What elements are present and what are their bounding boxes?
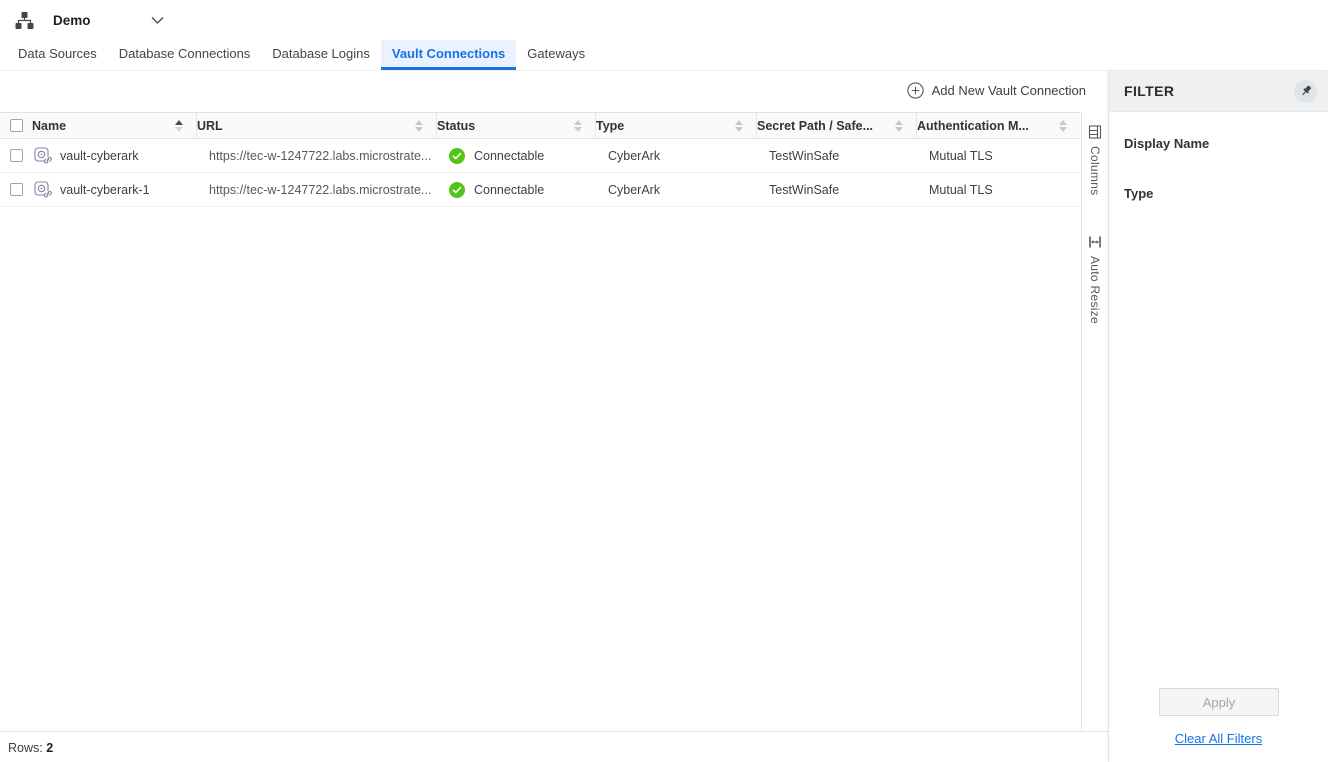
filter-panel-title: FILTER [1124, 83, 1174, 99]
main-area: Add New Vault Connection Name URL Status… [0, 71, 1108, 762]
row-checkbox[interactable] [10, 183, 23, 196]
add-vault-connection-label: Add New Vault Connection [932, 83, 1086, 98]
sort-icon [735, 120, 743, 132]
vault-name: vault-cyberark [60, 149, 139, 163]
check-circle-icon [449, 148, 465, 164]
auto-resize-button-label: Auto Resize [1088, 256, 1102, 324]
column-header-type[interactable]: Type [596, 113, 757, 138]
vault-auth-mode: Mutual TLS [917, 173, 1080, 206]
table-row[interactable]: vault-cyberark https://tec-w-1247722.lab… [0, 139, 1080, 173]
column-header-url[interactable]: URL [197, 113, 437, 138]
column-header-status[interactable]: Status [437, 113, 596, 138]
toolbar: Add New Vault Connection [0, 71, 1108, 112]
vault-type: CyberArk [596, 173, 757, 206]
row-checkbox[interactable] [10, 149, 23, 162]
tab-bar: Data Sources Database Connections Databa… [0, 40, 1328, 71]
vault-name: vault-cyberark-1 [60, 183, 150, 197]
status-badge: Connectable [474, 149, 544, 163]
vault-url: https://tec-w-1247722.labs.microstrate..… [197, 173, 437, 206]
project-name: Demo [53, 13, 91, 28]
status-badge: Connectable [474, 183, 544, 197]
table-row[interactable]: vault-cyberark-1 https://tec-w-1247722.l… [0, 173, 1080, 207]
vault-secret-path: TestWinSafe [757, 139, 917, 172]
chevron-down-icon[interactable] [151, 16, 164, 25]
filter-panel-header: FILTER [1109, 71, 1328, 112]
plus-circle-icon [907, 82, 924, 99]
sort-icon [895, 120, 903, 132]
topbar: Demo [0, 0, 1328, 40]
vault-icon [34, 181, 52, 198]
sort-icon [415, 120, 423, 132]
pin-icon [1299, 84, 1313, 98]
sort-icon [175, 120, 183, 132]
filter-field-display-name[interactable]: Display Name [1124, 136, 1313, 151]
filter-panel: FILTER Display Name Type Apply Clear All… [1108, 71, 1328, 762]
columns-button[interactable]: Columns [1088, 125, 1102, 195]
clear-all-filters-link[interactable]: Clear All Filters [1109, 731, 1328, 746]
tab-database-connections[interactable]: Database Connections [108, 40, 262, 70]
pin-filter-button[interactable] [1294, 80, 1317, 103]
column-header-authentication-mode[interactable]: Authentication M... [917, 113, 1080, 138]
rows-count-label: Rows: [8, 741, 43, 755]
tab-gateways[interactable]: Gateways [516, 40, 596, 70]
table-footer: Rows: 2 [0, 731, 1108, 762]
column-header-name[interactable]: Name [32, 113, 197, 138]
table-side-strip: Columns Auto Resize [1081, 112, 1108, 731]
sitemap-icon [14, 11, 35, 30]
vault-type: CyberArk [596, 139, 757, 172]
vault-auth-mode: Mutual TLS [917, 139, 1080, 172]
sort-icon [1059, 120, 1067, 132]
column-header-secret-path[interactable]: Secret Path / Safe... [757, 113, 917, 138]
tab-data-sources[interactable]: Data Sources [7, 40, 108, 70]
table-header-row: Name URL Status Type Secret Path / Safe.… [0, 112, 1080, 139]
vault-url: https://tec-w-1247722.labs.microstrate..… [197, 139, 437, 172]
select-all-checkbox[interactable] [10, 119, 23, 132]
tab-database-logins[interactable]: Database Logins [261, 40, 381, 70]
check-circle-icon [449, 182, 465, 198]
filter-panel-body: Display Name Type [1109, 136, 1328, 201]
add-vault-connection-button[interactable]: Add New Vault Connection [907, 82, 1086, 99]
rows-count-value: 2 [46, 741, 53, 755]
table-columns-icon [1088, 125, 1102, 139]
columns-button-label: Columns [1088, 146, 1102, 195]
sort-icon [574, 120, 582, 132]
filter-field-type[interactable]: Type [1124, 186, 1313, 201]
apply-button[interactable]: Apply [1159, 688, 1279, 716]
auto-resize-button[interactable]: Auto Resize [1088, 235, 1102, 324]
vault-connections-table: Name URL Status Type Secret Path / Safe.… [0, 112, 1080, 207]
vault-icon [34, 147, 52, 164]
horizontal-resize-icon [1088, 235, 1102, 249]
tab-vault-connections[interactable]: Vault Connections [381, 40, 516, 70]
vault-secret-path: TestWinSafe [757, 173, 917, 206]
